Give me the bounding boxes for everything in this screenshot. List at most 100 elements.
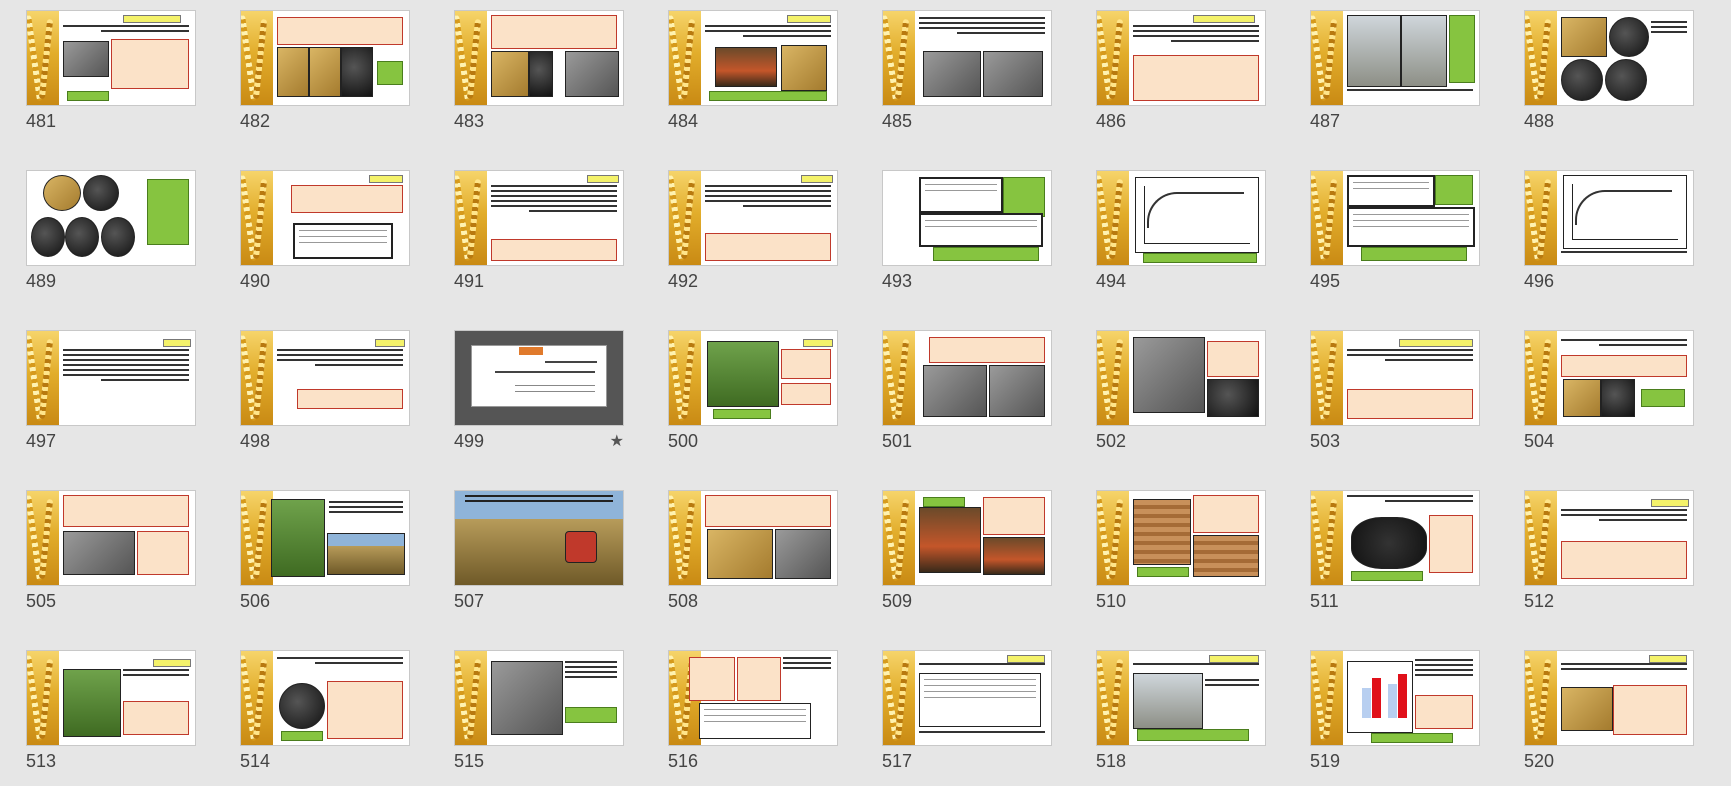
slide-preview[interactable] xyxy=(26,10,196,106)
slide-preview[interactable] xyxy=(668,490,838,586)
slide-preview[interactable] xyxy=(454,10,624,106)
slide-thumbnail[interactable]: 484 xyxy=(668,10,838,131)
slide-thumbnail[interactable]: 485 xyxy=(882,10,1052,131)
slide-thumbnail[interactable]: 483 xyxy=(454,10,624,131)
slide-preview[interactable] xyxy=(1096,170,1266,266)
wheat-decoration xyxy=(1311,331,1343,425)
slide-preview[interactable] xyxy=(1310,10,1480,106)
photo xyxy=(63,41,109,77)
slide-thumbnail[interactable]: 508 xyxy=(668,490,838,611)
slide-thumbnail[interactable]: 492 xyxy=(668,170,838,291)
slide-preview[interactable] xyxy=(454,490,624,586)
slide-thumbnail[interactable]: 501 xyxy=(882,330,1052,451)
wheat-decoration xyxy=(241,11,273,105)
slide-preview[interactable] xyxy=(882,650,1052,746)
slide-preview[interactable] xyxy=(1310,490,1480,586)
slide-thumbnail[interactable]: 509 xyxy=(882,490,1052,611)
slide-preview[interactable] xyxy=(882,10,1052,106)
wheat-decoration xyxy=(1097,651,1129,745)
slide-preview[interactable] xyxy=(1524,170,1694,266)
slide-preview[interactable] xyxy=(882,330,1052,426)
slide-thumbnail[interactable]: 507 xyxy=(454,490,624,611)
wheat-decoration xyxy=(669,171,701,265)
wheat-decoration xyxy=(1525,331,1557,425)
wheat-decoration xyxy=(1311,651,1343,745)
slide-thumbnail[interactable]: 489 xyxy=(26,170,196,291)
slide-thumbnail[interactable]: 499 ★ xyxy=(454,330,624,451)
slide-thumbnail[interactable]: 517 xyxy=(882,650,1052,771)
slide-thumbnail[interactable]: 512 xyxy=(1524,490,1694,611)
slide-thumbnail[interactable]: 487 xyxy=(1310,10,1480,131)
slide-thumbnail[interactable]: 510 xyxy=(1096,490,1266,611)
slide-thumbnail[interactable]: 481 xyxy=(26,10,196,131)
slide-preview[interactable] xyxy=(26,490,196,586)
slide-number: 485 xyxy=(882,111,913,131)
slide-preview[interactable] xyxy=(1096,10,1266,106)
slide-thumbnail[interactable]: 494 xyxy=(1096,170,1266,291)
slide-preview[interactable] xyxy=(668,650,838,746)
slide-thumbnail[interactable]: 503 xyxy=(1310,330,1480,451)
slide-thumbnail[interactable]: 518 xyxy=(1096,650,1266,771)
slide-preview[interactable] xyxy=(454,330,624,426)
slide-thumbnail[interactable]: 498 xyxy=(240,330,410,451)
wheat-decoration xyxy=(1097,171,1129,265)
slide-preview[interactable] xyxy=(1096,490,1266,586)
slide-thumbnail[interactable]: 482 xyxy=(240,10,410,131)
slide-preview[interactable] xyxy=(1310,330,1480,426)
slide-thumbnail[interactable]: 514 xyxy=(240,650,410,771)
slide-thumbnail[interactable]: 493 xyxy=(882,170,1052,291)
slide-thumbnail[interactable]: 491 xyxy=(454,170,624,291)
slide-thumbnail[interactable]: 488 xyxy=(1524,10,1694,131)
slide-thumbnail[interactable]: 495 xyxy=(1310,170,1480,291)
slide-number: 483 xyxy=(454,111,485,131)
slide-thumbnail[interactable]: 490 xyxy=(240,170,410,291)
slide-preview[interactable] xyxy=(240,330,410,426)
slide-preview[interactable] xyxy=(1524,330,1694,426)
slide-preview[interactable] xyxy=(1524,490,1694,586)
slide-thumbnail[interactable]: 519 xyxy=(1310,650,1480,771)
wheat-decoration xyxy=(27,651,59,745)
slide-thumbnail[interactable]: 504 xyxy=(1524,330,1694,451)
slide-thumbnail[interactable]: 500 xyxy=(668,330,838,451)
slide-preview[interactable] xyxy=(1096,330,1266,426)
wheat-decoration xyxy=(1311,491,1343,585)
slide-number: 500 xyxy=(668,431,699,451)
slide-preview[interactable] xyxy=(240,650,410,746)
star-icon: ★ xyxy=(609,433,624,450)
slide-preview[interactable] xyxy=(1524,650,1694,746)
slide-preview[interactable] xyxy=(668,170,838,266)
slide-preview[interactable] xyxy=(882,490,1052,586)
slide-preview[interactable] xyxy=(26,170,196,266)
slide-thumbnail[interactable]: 513 xyxy=(26,650,196,771)
slide-thumbnail[interactable]: 486 xyxy=(1096,10,1266,131)
slide-number: 512 xyxy=(1524,591,1555,611)
slide-thumbnail[interactable]: 520 xyxy=(1524,650,1694,771)
slide-thumbnail[interactable]: 516 xyxy=(668,650,838,771)
bar-chart xyxy=(1347,661,1413,733)
slide-preview[interactable] xyxy=(240,10,410,106)
slide-preview[interactable] xyxy=(454,170,624,266)
slide-preview[interactable] xyxy=(240,170,410,266)
slide-preview[interactable] xyxy=(1310,170,1480,266)
slide-preview[interactable] xyxy=(1310,650,1480,746)
slide-thumbnail[interactable]: 496 xyxy=(1524,170,1694,291)
slide-preview[interactable] xyxy=(26,330,196,426)
slide-preview[interactable] xyxy=(668,10,838,106)
slide-preview[interactable] xyxy=(1524,10,1694,106)
slide-preview[interactable] xyxy=(240,490,410,586)
slide-sorter-grid: 481 482 483 484 485 486 487 488 489 490 … xyxy=(0,0,1731,786)
slide-preview[interactable] xyxy=(454,650,624,746)
slide-thumbnail[interactable]: 497 xyxy=(26,330,196,451)
slide-thumbnail[interactable]: 502 xyxy=(1096,330,1266,451)
wheat-decoration xyxy=(669,491,701,585)
slide-number: 488 xyxy=(1524,111,1555,131)
slide-preview[interactable] xyxy=(26,650,196,746)
slide-preview[interactable] xyxy=(882,170,1052,266)
slide-number: 510 xyxy=(1096,591,1127,611)
slide-thumbnail[interactable]: 515 xyxy=(454,650,624,771)
slide-preview[interactable] xyxy=(1096,650,1266,746)
slide-preview[interactable] xyxy=(668,330,838,426)
slide-thumbnail[interactable]: 511 xyxy=(1310,490,1480,611)
slide-thumbnail[interactable]: 506 xyxy=(240,490,410,611)
slide-thumbnail[interactable]: 505 xyxy=(26,490,196,611)
